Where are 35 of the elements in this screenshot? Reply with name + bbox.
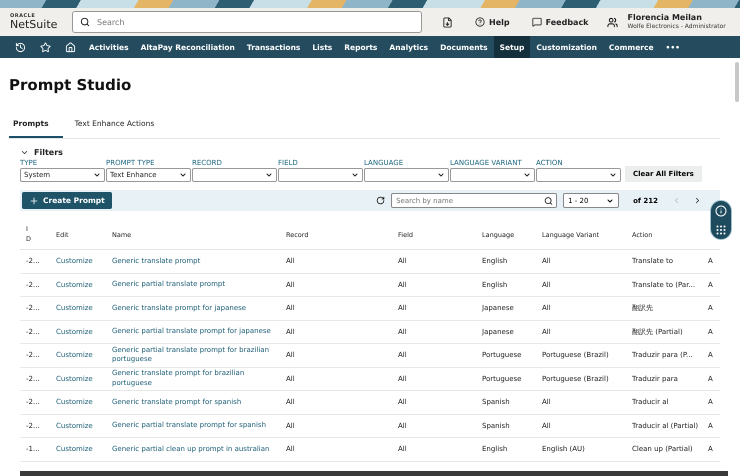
next-page-button[interactable] <box>693 196 702 205</box>
feedback-button[interactable]: Feedback <box>530 15 590 29</box>
search-icon <box>80 17 90 27</box>
help-button[interactable]: Help <box>473 15 512 29</box>
help-icon <box>475 17 485 27</box>
filter-select[interactable] <box>364 168 449 182</box>
chevron-icon <box>20 148 29 157</box>
page-title: Prompt Studio <box>9 76 132 94</box>
filters-toggle[interactable]: Filters <box>20 148 63 157</box>
assistant-widget[interactable] <box>710 200 732 240</box>
caret-icon <box>93 171 101 179</box>
chevron-left-icon <box>672 196 681 205</box>
refresh-icon[interactable] <box>376 196 386 205</box>
scrollbar[interactable] <box>735 62 739 102</box>
caret-icon <box>179 171 187 179</box>
message-icon <box>532 17 542 27</box>
caret-icon <box>523 171 531 179</box>
filter-select[interactable] <box>192 168 277 182</box>
info-icon <box>715 204 727 216</box>
chevron-right-icon <box>693 196 702 205</box>
caret-icon <box>351 171 359 179</box>
caret-icon <box>609 171 617 179</box>
filter-select[interactable] <box>278 168 363 182</box>
caret-icon <box>437 171 445 179</box>
users-icon[interactable] <box>606 16 618 28</box>
caret-icon <box>606 196 614 204</box>
caret-icon <box>265 171 273 179</box>
filter-select[interactable] <box>450 168 535 182</box>
search-icon <box>544 196 554 205</box>
grid-icon <box>715 224 727 236</box>
horizontal-scrollbar[interactable] <box>20 471 728 476</box>
filter-select[interactable] <box>536 168 621 182</box>
plus-icon <box>29 196 39 206</box>
user-name: Florencia Meilan <box>628 12 703 24</box>
global-search-field[interactable]: Search <box>72 11 422 33</box>
